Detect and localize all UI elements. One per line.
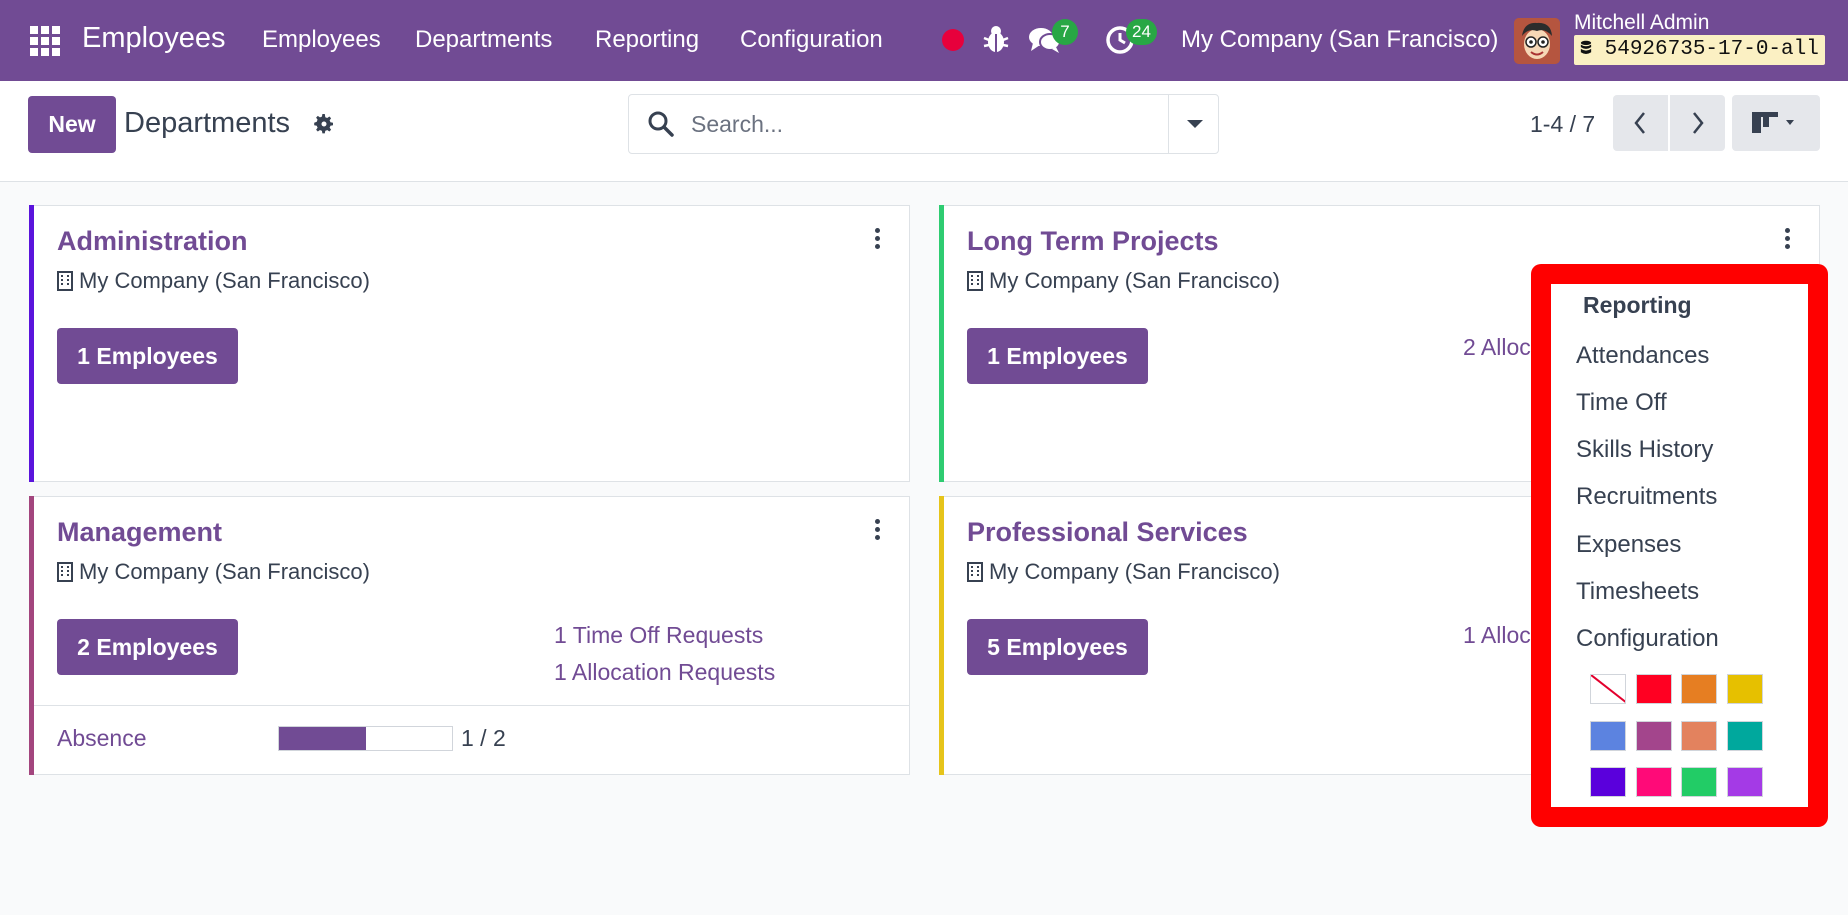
search-options-toggle[interactable] [1168,95,1218,153]
dropdown-item-skills-history[interactable]: Skills History [1576,436,1713,464]
database-icon [1580,40,1592,54]
absence-progress-fill [279,727,366,750]
app-name[interactable]: Employees [82,22,225,55]
allocation-requests-link[interactable]: 1 Allocation Requests [554,659,775,686]
new-button[interactable]: New [28,96,116,153]
card-company-name: My Company (San Francisco) [79,268,370,293]
page-title: Departments [124,107,291,139]
dropdown-item-time-off[interactable]: Time Off [1576,389,1667,417]
absence-progress-text: 1 / 2 [461,725,506,751]
card-company: My Company (San Francisco) [967,559,1280,585]
top-navbar: Employees Employees Departments Reportin… [0,0,1848,81]
card-title[interactable]: Professional Services [967,517,1248,548]
employees-button[interactable]: 2 Employees [57,619,238,675]
card-color-bar [939,205,944,482]
dropdown-item-expenses[interactable]: Expenses [1576,531,1681,559]
card-company: My Company (San Francisco) [57,268,370,294]
color-swatch[interactable] [1727,767,1763,797]
card-color-bar [939,496,944,775]
card-company-name: My Company (San Francisco) [79,559,370,584]
search-box [628,94,1219,154]
control-panel: New Departments 1-4 / 7 [0,81,1848,182]
card-company-name: My Company (San Francisco) [989,559,1280,584]
dropdown-item-timesheets[interactable]: Timesheets [1576,578,1699,606]
card-title[interactable]: Administration [57,226,248,257]
pager-next-button[interactable] [1670,95,1725,151]
caret-down-icon [1187,120,1203,128]
search-input[interactable] [691,105,1191,143]
record-dot-icon[interactable] [942,29,964,51]
company-switcher[interactable]: My Company (San Francisco) [1181,26,1498,54]
color-swatch[interactable] [1636,674,1672,704]
menu-departments[interactable]: Departments [415,26,552,54]
color-swatch-none[interactable] [1590,674,1626,704]
dropdown-header-reporting: Reporting [1583,292,1692,318]
chevron-left-icon [1634,112,1645,134]
card-title[interactable]: Long Term Projects [967,226,1219,257]
building-icon [57,562,73,582]
absence-link[interactable]: Absence [57,725,147,752]
dropdown-item-attendances[interactable]: Attendances [1576,342,1709,370]
activities-count-badge: 24 [1126,19,1157,45]
card-title[interactable]: Management [57,517,222,548]
card-menu-dots-icon[interactable] [1782,228,1792,250]
card-color-bar [29,496,34,775]
color-swatch[interactable] [1590,767,1626,797]
color-swatch[interactable] [1681,767,1717,797]
user-name[interactable]: Mitchell Admin [1574,11,1709,35]
color-swatch[interactable] [1636,721,1672,751]
color-swatch[interactable] [1727,674,1763,704]
employees-button[interactable]: 1 Employees [967,328,1148,384]
employees-button[interactable]: 1 Employees [57,328,238,384]
dropdown-item-recruitments[interactable]: Recruitments [1576,483,1717,511]
card-company: My Company (San Francisco) [57,559,370,585]
card-footer-divider [34,705,909,706]
pager-value[interactable]: 1-4 / 7 [1530,111,1595,138]
kanban-view-icon [1752,112,1794,133]
allocation-requests-link[interactable]: 2 Alloc [1463,334,1531,361]
bug-icon[interactable] [982,24,1010,54]
menu-configuration[interactable]: Configuration [740,26,883,54]
color-swatch[interactable] [1681,674,1717,704]
card-menu-dots-icon[interactable] [872,519,882,541]
database-name: 54926735-17-0-all [1604,38,1819,61]
building-icon [967,562,983,582]
gear-icon[interactable] [312,112,336,136]
search-icon [648,111,674,137]
color-swatch[interactable] [1636,767,1672,797]
avatar[interactable] [1514,18,1560,64]
menu-employees[interactable]: Employees [262,26,381,54]
building-icon [967,271,983,291]
menu-reporting[interactable]: Reporting [595,26,699,54]
card-menu-dots-icon[interactable] [872,228,882,250]
color-swatch[interactable] [1681,721,1717,751]
absence-progress-bar [278,726,453,751]
apps-icon[interactable] [30,26,60,56]
dropdown-item-configuration[interactable]: Configuration [1576,625,1719,653]
color-swatch[interactable] [1727,721,1763,751]
card-company-name: My Company (San Francisco) [989,268,1280,293]
time-off-requests-link[interactable]: 1 Time Off Requests [554,622,763,649]
card-company: My Company (San Francisco) [967,268,1280,294]
color-swatch[interactable] [1590,721,1626,751]
card-color-bar [29,205,34,482]
database-tag: 54926735-17-0-all [1574,35,1825,65]
department-card-management[interactable]: Management My Company (San Francisco) 2 … [29,496,910,775]
allocation-requests-link[interactable]: 1 Alloc [1463,622,1531,649]
chevron-right-icon [1693,112,1704,134]
building-icon [57,271,73,291]
employees-button[interactable]: 5 Employees [967,619,1148,675]
messages-count-badge: 7 [1052,19,1078,45]
department-card-administration[interactable]: Administration My Company (San Francisco… [29,205,910,482]
view-switcher-button[interactable] [1732,95,1820,151]
pager-previous-button[interactable] [1613,95,1668,151]
